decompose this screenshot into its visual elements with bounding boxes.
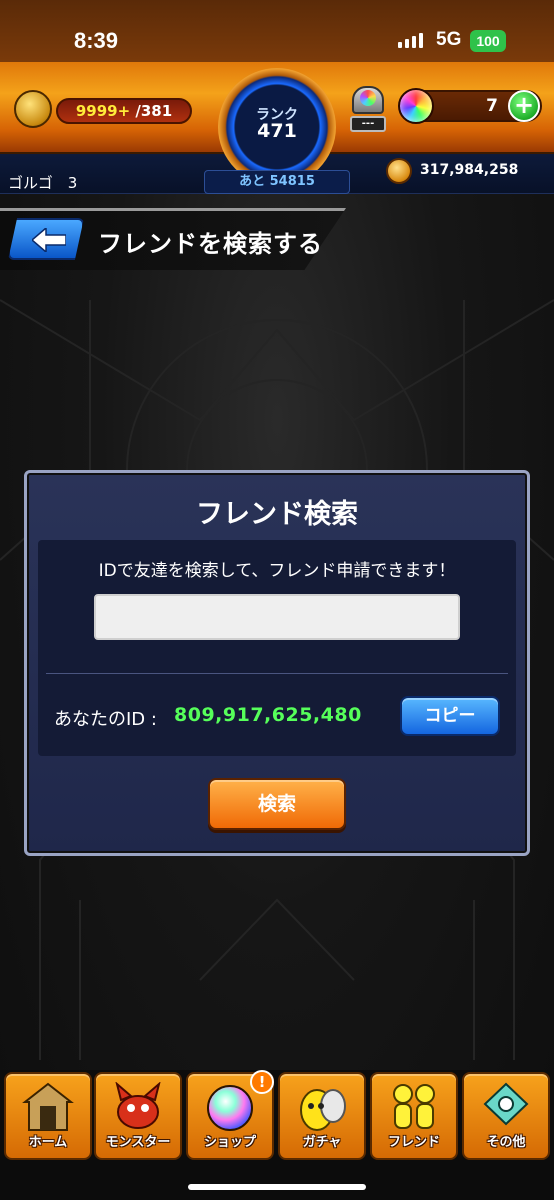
friend-icon <box>393 1084 435 1129</box>
coin-value: 317,984,258 <box>420 162 519 178</box>
monster-icon <box>115 1082 161 1129</box>
next-rank-exp: あと 54815 <box>204 170 350 194</box>
nav-monster[interactable]: モンスター <box>94 1072 182 1160</box>
stamina-max: /381 <box>130 102 173 120</box>
battery-icon: 100 <box>470 30 506 52</box>
coin-icon <box>386 158 412 184</box>
game-header: 9999+ /381 ランク 471 あと 54815 --- 7 + ゴルゴ … <box>0 62 554 194</box>
status-bar: 8:39 5G 100 <box>0 0 554 62</box>
nav-gacha-label: ガチャ <box>302 1135 342 1150</box>
network-label: 5G <box>436 29 462 50</box>
your-id-label: あなたのID : <box>54 709 157 730</box>
rank-badge[interactable]: ランク 471 <box>218 68 336 186</box>
nav-other[interactable]: その他 <box>462 1072 550 1160</box>
friend-id-input[interactable] <box>94 594 460 640</box>
item-plate: --- <box>350 116 386 132</box>
nav-other-label: その他 <box>486 1135 526 1150</box>
your-id-value: 809,917,625,480 <box>174 704 362 726</box>
nav-friend[interactable]: フレンド <box>370 1072 458 1160</box>
stamina-icon <box>14 90 52 128</box>
dialog-title: フレンド検索 <box>196 499 358 530</box>
gacha-egg-icon <box>300 1089 346 1131</box>
nav-monster-label: モンスター <box>105 1135 171 1150</box>
shop-orb-icon <box>207 1085 253 1131</box>
back-arrow-icon <box>32 228 66 252</box>
divider <box>46 673 508 674</box>
orb-count: 7 <box>486 96 498 116</box>
nav-home[interactable]: ホーム <box>4 1072 92 1160</box>
home-indicator[interactable] <box>188 1184 366 1190</box>
page-title: フレンドを検索する <box>98 230 323 258</box>
player-name: ゴルゴ 3 <box>8 174 78 192</box>
rank-value: 471 <box>257 120 297 142</box>
home-icon <box>22 1082 74 1131</box>
nav-shop-label: ショップ <box>203 1135 256 1150</box>
nav-friend-label: フレンド <box>387 1135 440 1150</box>
item-capsule-icon[interactable]: --- <box>348 84 388 134</box>
nav-home-label: ホーム <box>28 1135 68 1150</box>
back-button[interactable] <box>8 218 84 260</box>
orb-icon <box>398 88 434 124</box>
status-time: 8:39 <box>74 28 119 53</box>
stamina-current: 9999+ <box>75 102 131 120</box>
other-menu-icon <box>483 1082 529 1126</box>
dialog-description: IDで友達を検索して、フレンド申請できます！ <box>98 561 456 581</box>
add-orb-button[interactable]: + <box>508 90 540 122</box>
stamina-bar[interactable]: 9999+ /381 <box>56 98 192 124</box>
search-button[interactable]: 検索 <box>208 778 346 830</box>
shop-notification-badge: ! <box>250 1070 274 1094</box>
copy-id-button[interactable]: コピー <box>400 696 500 736</box>
signal-icon <box>398 32 423 48</box>
nav-gacha[interactable]: ガチャ <box>278 1072 366 1160</box>
